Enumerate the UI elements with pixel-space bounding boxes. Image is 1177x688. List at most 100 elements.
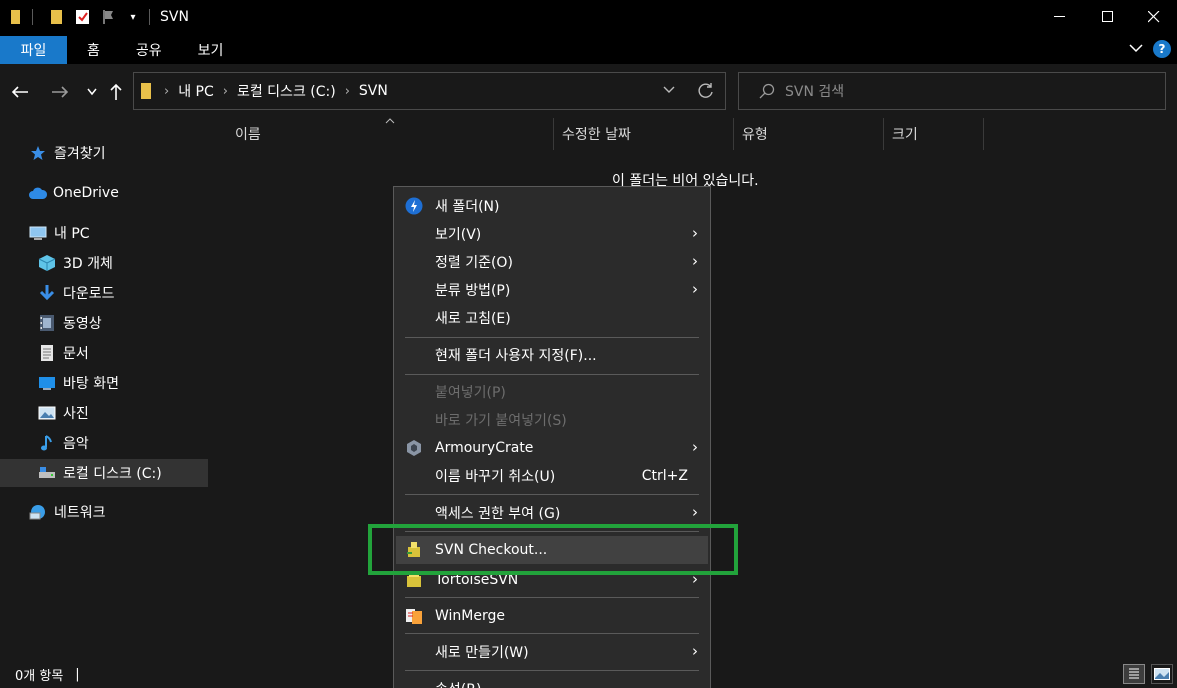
column-header-size[interactable]: 크기: [884, 118, 984, 150]
menu-label: ArmouryCrate: [435, 440, 534, 456]
menu-separator: [405, 633, 699, 634]
menu-separator: [405, 670, 699, 671]
menu-item-view[interactable]: 보기(V) ›: [394, 220, 710, 248]
menu-separator: [405, 494, 699, 495]
sidebar-item-3d-objects[interactable]: 3D 개체: [0, 249, 208, 277]
submenu-arrow-icon: ›: [692, 252, 698, 270]
menu-item-group-by[interactable]: 분류 방법(P) ›: [394, 276, 710, 304]
sidebar-item-onedrive[interactable]: OneDrive: [0, 179, 208, 207]
address-bar[interactable]: › 내 PC › 로컬 디스크 (C:) › SVN: [133, 72, 726, 110]
menu-item-refresh[interactable]: 새로 고침(E): [394, 304, 710, 332]
sidebar-item-label: 음악: [63, 436, 89, 452]
sidebar-item-local-disk[interactable]: 로컬 디스크 (C:): [0, 459, 208, 487]
submenu-arrow-icon: ›: [692, 503, 698, 521]
menu-item-properties[interactable]: 속성(R): [394, 675, 710, 688]
breadcrumb-svn[interactable]: SVN: [359, 83, 388, 99]
window-title: SVN: [160, 9, 189, 25]
sidebar-item-pictures[interactable]: 사진: [0, 399, 208, 427]
menu-item-new[interactable]: 새로 만들기(W) ›: [394, 638, 710, 666]
address-dropdown-icon[interactable]: [663, 86, 675, 94]
menu-label: 새 폴더(N): [435, 199, 500, 215]
item-count: 0개 항목: [15, 668, 64, 684]
flag-icon[interactable]: [101, 9, 117, 25]
tab-home[interactable]: 홈: [69, 36, 118, 64]
sidebar-item-label: 동영상: [63, 316, 102, 332]
column-header-date-modified[interactable]: 수정한 날짜: [554, 118, 734, 150]
menu-item-paste-shortcut: 바로 가기 붙여넣기(S): [394, 406, 710, 434]
menu-label: 이름 바꾸기 취소(U): [435, 469, 556, 485]
breadcrumb-local-disk[interactable]: 로컬 디스크 (C:): [237, 81, 336, 101]
navigation-bar: › 내 PC › 로컬 디스크 (C:) › SVN SVN 검색: [0, 64, 1177, 118]
sidebar-item-this-pc[interactable]: 내 PC: [0, 219, 208, 247]
up-button[interactable]: [106, 82, 126, 102]
forward-button[interactable]: [50, 82, 70, 102]
toolbar-divider: [32, 9, 33, 25]
column-header-name[interactable]: 이름: [227, 118, 554, 150]
menu-separator: [405, 597, 699, 598]
document-icon: [38, 344, 56, 362]
customize-toolbar-icon[interactable]: ▾: [125, 9, 141, 25]
menu-item-sort-by[interactable]: 정렬 기준(O) ›: [394, 248, 710, 276]
new-folder-icon: [405, 197, 423, 215]
sidebar-item-label: 문서: [63, 346, 89, 362]
submenu-arrow-icon: ›: [692, 438, 698, 456]
breadcrumb-separator: ›: [164, 83, 170, 99]
tab-share[interactable]: 공유: [118, 36, 180, 64]
help-icon[interactable]: ?: [1153, 40, 1171, 58]
breadcrumb-this-pc[interactable]: 내 PC: [178, 81, 214, 101]
new-folder-icon[interactable]: [49, 9, 65, 25]
maximize-button[interactable]: [1085, 0, 1131, 34]
sidebar-item-label: 바탕 화면: [63, 376, 119, 392]
large-icons-view-button[interactable]: [1151, 664, 1173, 684]
menu-label: 액세스 권한 부여 (G): [435, 506, 561, 522]
ribbon-tabs: 파일 홈 공유 보기 ?: [0, 34, 1177, 64]
tab-file[interactable]: 파일: [0, 36, 67, 64]
shortcut-label: Ctrl+Z: [641, 468, 688, 484]
sidebar-item-label: 즐겨찾기: [54, 146, 106, 162]
menu-label: 바로 가기 붙여넣기(S): [435, 413, 567, 429]
details-view-button[interactable]: [1123, 664, 1145, 684]
menu-item-paste: 붙여넣기(P): [394, 378, 710, 406]
winmerge-icon: [405, 607, 423, 625]
tab-view[interactable]: 보기: [180, 36, 242, 64]
download-icon: [38, 284, 56, 302]
search-placeholder: SVN 검색: [785, 84, 845, 100]
cloud-icon: [28, 184, 48, 202]
breadcrumb-separator[interactable]: ›: [345, 84, 350, 99]
breadcrumb-separator[interactable]: ›: [223, 84, 228, 99]
menu-item-armoury-crate[interactable]: ArmouryCrate ›: [394, 434, 710, 462]
menu-item-new-folder[interactable]: 새 폴더(N): [394, 192, 710, 220]
menu-label: 현재 폴더 사용자 지정(F)...: [435, 348, 597, 364]
star-icon: [29, 144, 47, 162]
menu-item-undo-rename[interactable]: 이름 바꾸기 취소(U) Ctrl+Z: [394, 462, 710, 490]
highlight-annotation-box: [368, 524, 738, 575]
minimize-button[interactable]: [1037, 0, 1083, 34]
sidebar-item-label: OneDrive: [53, 185, 119, 201]
sidebar-item-quick-access[interactable]: 즐겨찾기: [0, 139, 208, 167]
sidebar-item-network[interactable]: 네트워크: [0, 498, 208, 526]
search-input[interactable]: SVN 검색: [738, 72, 1166, 110]
sidebar-item-music[interactable]: 음악: [0, 429, 208, 457]
folder-icon: [8, 9, 24, 25]
submenu-arrow-icon: ›: [692, 280, 698, 298]
picture-icon: [38, 404, 56, 422]
refresh-icon[interactable]: [697, 82, 715, 100]
armoury-crate-icon: [405, 439, 423, 457]
submenu-arrow-icon: ›: [692, 224, 698, 242]
expand-ribbon-icon[interactable]: [1129, 41, 1143, 57]
close-button[interactable]: [1131, 0, 1177, 34]
recent-locations-button[interactable]: [82, 82, 102, 102]
menu-item-winmerge[interactable]: WinMerge: [394, 602, 710, 630]
sidebar-item-videos[interactable]: 동영상: [0, 309, 208, 337]
sidebar-item-desktop[interactable]: 바탕 화면: [0, 369, 208, 397]
back-button[interactable]: [10, 82, 30, 102]
column-header-type[interactable]: 유형: [734, 118, 884, 150]
context-menu: 새 폴더(N) 보기(V) › 정렬 기준(O) › 분류 방법(P) › 새로…: [393, 186, 711, 688]
submenu-arrow-icon: ›: [692, 642, 698, 660]
sidebar-item-downloads[interactable]: 다운로드: [0, 279, 208, 307]
properties-icon[interactable]: [75, 9, 91, 25]
menu-item-give-access[interactable]: 액세스 권한 부여 (G) ›: [394, 499, 710, 527]
menu-item-customize-folder[interactable]: 현재 폴더 사용자 지정(F)...: [394, 341, 710, 369]
sidebar-item-documents[interactable]: 문서: [0, 339, 208, 367]
search-icon: [759, 83, 775, 99]
